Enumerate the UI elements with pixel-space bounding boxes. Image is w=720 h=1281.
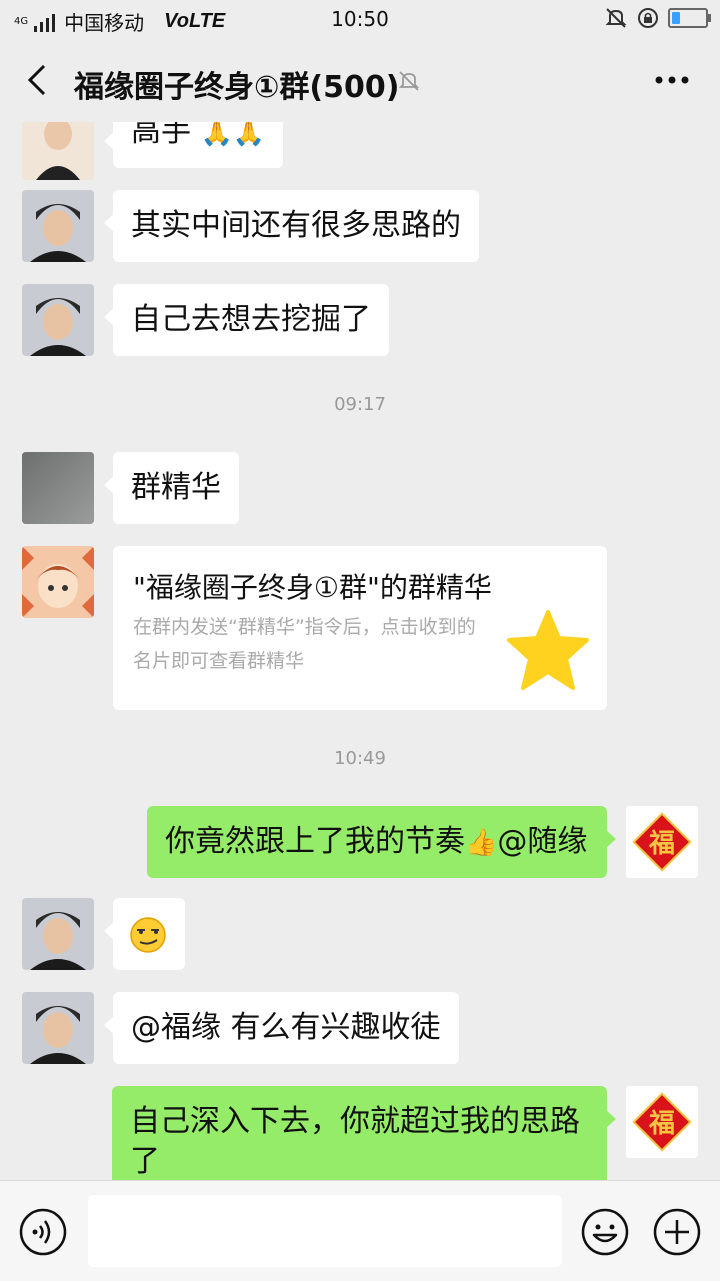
mute-status-icon [605, 8, 627, 28]
timestamp: 10:49 [334, 748, 386, 769]
message-bubble[interactable]: 其实中间还有很多思路的 [104, 190, 479, 262]
back-arrow-icon[interactable] [22, 60, 62, 100]
emoji-icon[interactable] [580, 1207, 630, 1257]
my-avatar[interactable]: 福 [626, 1086, 698, 1158]
battery-icon [668, 8, 711, 28]
chat-title: 福缘圈子终身①群(500) [74, 70, 400, 105]
thumbs-up-emoji-icon: 👍 [465, 828, 498, 858]
message-text: 自己去想去挖掘了 [131, 302, 371, 337]
avatar[interactable] [22, 546, 94, 618]
message-bubble-sent[interactable]: 自己深入下去，你就超过我的思路了 [112, 1086, 616, 1180]
fu-character: 福 [648, 1109, 675, 1139]
message-bubble[interactable]: 高手 🙏🙏 [103, 122, 284, 168]
message-bubble[interactable]: 自己去想去挖掘了 [104, 284, 389, 356]
add-more-icon[interactable] [652, 1207, 702, 1257]
message-text: 你竟然跟上了我的节奏 [165, 824, 465, 859]
voice-input-icon[interactable] [18, 1207, 68, 1257]
smirk-emoji-icon [130, 917, 166, 953]
avatar[interactable] [22, 992, 94, 1064]
status-bar: 4G 中国移动 VoLTE 10:50 [0, 0, 720, 38]
chat-message-list[interactable]: 高手 🙏🙏 其实中间还有很多思路的 自己去想去挖掘了 09:17 群精华 "福缘… [0, 122, 720, 1180]
message-text: 其实中间还有很多思路的 [131, 208, 461, 243]
clasped-hands-emoji-icon: 🙏🙏 [200, 122, 266, 148]
avatar[interactable] [22, 452, 94, 524]
message-text: @福缘 有么有兴趣收徒 [131, 1010, 441, 1045]
more-options-icon[interactable] [654, 68, 690, 92]
message-bubble[interactable] [104, 898, 185, 970]
message-text: 自己深入下去，你就超过我的思路了 [130, 1104, 580, 1179]
muted-bell-icon [398, 71, 420, 91]
timestamp: 09:17 [334, 394, 386, 415]
avatar[interactable] [22, 898, 94, 970]
card-description: 在群内发送“群精华”指令后，点击收到的名片即可查看群精华 [133, 616, 476, 672]
rotation-lock-icon [638, 8, 658, 28]
message-mention: @随缘 [497, 824, 588, 859]
message-bubble[interactable]: @福缘 有么有兴趣收徒 [104, 992, 459, 1064]
star-icon [507, 610, 589, 690]
message-bubble-sent[interactable]: 你竟然跟上了我的节奏👍@随缘 [147, 806, 616, 878]
chat-header: 福缘圈子终身①群(500) [0, 38, 720, 122]
fu-character: 福 [648, 829, 675, 859]
message-text: 群精华 [131, 470, 221, 505]
message-input[interactable] [88, 1195, 562, 1267]
avatar[interactable] [22, 122, 94, 180]
input-bar [0, 1180, 720, 1281]
my-avatar[interactable]: 福 [626, 806, 698, 878]
group-highlights-card[interactable]: "福缘圈子终身①群"的群精华 在群内发送“群精华”指令后，点击收到的名片即可查看… [113, 546, 607, 710]
message-bubble[interactable]: 群精华 [104, 452, 239, 524]
avatar[interactable] [22, 190, 94, 262]
card-title: "福缘圈子终身①群"的群精华 [133, 571, 492, 604]
avatar[interactable] [22, 284, 94, 356]
message-text: 高手 [131, 122, 191, 149]
